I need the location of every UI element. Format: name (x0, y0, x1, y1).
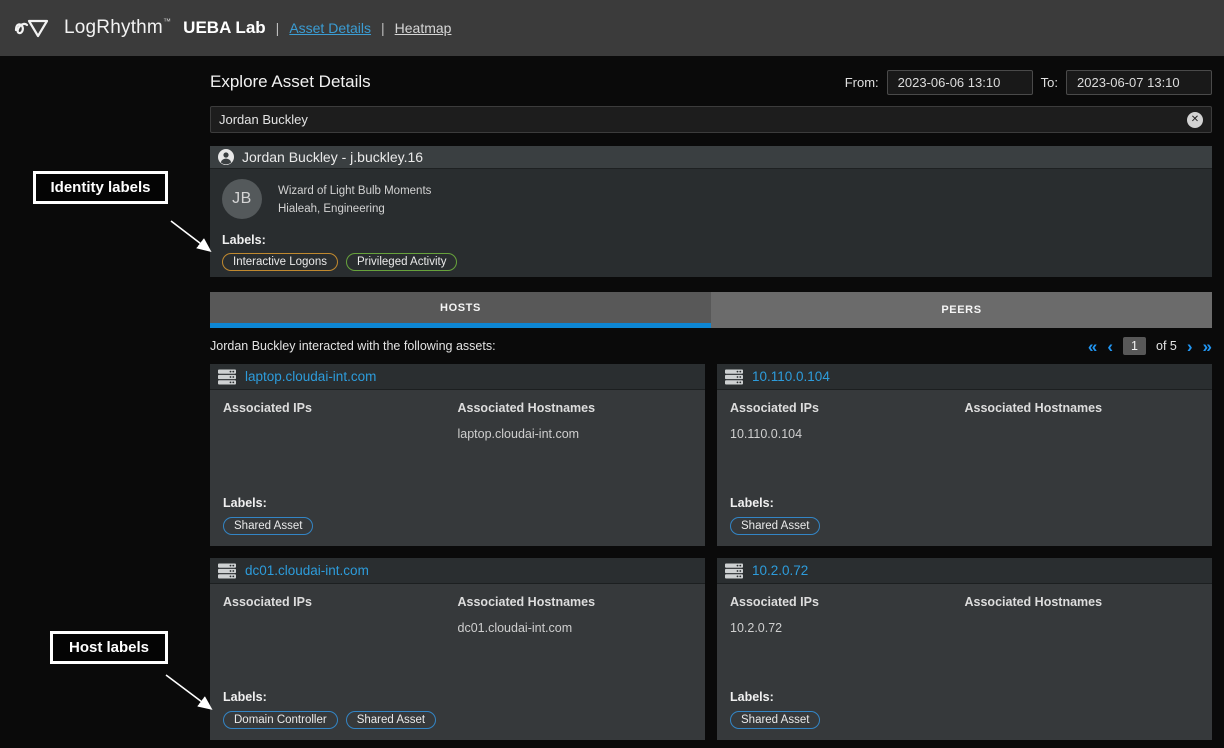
identity-labels-heading: Labels: (222, 233, 266, 247)
from-label: From: (845, 75, 879, 90)
nav-separator: | (381, 20, 385, 36)
asset-card-body: Associated IPs Associated Hostnames lapt… (210, 390, 705, 546)
title-row: Explore Asset Details From: To: (210, 68, 1212, 96)
identity-location: Hialeah, Engineering (278, 201, 431, 219)
identity-card-body: JB Wizard of Light Bulb Moments Hialeah,… (210, 169, 1212, 277)
asset-name-link[interactable]: dc01.cloudai-int.com (245, 563, 369, 578)
associated-ips-value (223, 621, 458, 637)
identity-title: Jordan Buckley - j.buckley.16 (242, 149, 423, 165)
identity-labels-arrow (171, 221, 209, 250)
associated-ips-header: Associated IPs (730, 401, 965, 415)
asset-labels: Domain Controller Shared Asset (223, 711, 692, 729)
asset-labels-heading: Labels: (223, 496, 692, 510)
associated-hostnames-header: Associated Hostnames (458, 401, 693, 415)
asset-card-header: laptop.cloudai-int.com (210, 364, 705, 390)
person-icon (218, 149, 234, 165)
asset-name-link[interactable]: laptop.cloudai-int.com (245, 369, 376, 384)
identity-labels: Interactive Logons Privileged Activity (222, 253, 457, 271)
associated-hostnames-header: Associated Hostnames (458, 595, 693, 609)
associated-ips-header: Associated IPs (730, 595, 965, 609)
to-datetime-input[interactable] (1066, 70, 1212, 95)
results-info-row: Jordan Buckley interacted with the follo… (210, 334, 1212, 358)
asset-card-body: Associated IPs 10.110.0.104 Associated H… (717, 390, 1212, 546)
last-page-icon[interactable]: » (1203, 338, 1212, 355)
identity-card: Jordan Buckley - j.buckley.16 JB Wizard … (210, 146, 1212, 278)
page-count-label: of 5 (1156, 339, 1177, 353)
associated-ips-value (223, 427, 458, 443)
asset-card: 10.2.0.72 Associated IPs 10.2.0.72 Assoc… (717, 558, 1212, 740)
tab-peers[interactable]: PEERS (711, 292, 1212, 328)
associated-hostnames-value: dc01.cloudai-int.com (458, 621, 693, 637)
host-labels-arrow (166, 675, 210, 708)
navbar: LogRhythm™ UEBA Lab | Asset Details | He… (0, 0, 1224, 56)
nav-separator: | (276, 20, 280, 36)
pagination: « ‹ 1 of 5 › » (1088, 337, 1212, 355)
identity-info: Wizard of Light Bulb Moments Hialeah, En… (278, 183, 431, 219)
server-icon (725, 369, 743, 385)
associated-hostnames-header: Associated Hostnames (965, 401, 1200, 415)
associated-ips-header: Associated IPs (223, 595, 458, 609)
to-label: To: (1041, 75, 1058, 90)
asset-card-body: Associated IPs Associated Hostnames dc01… (210, 584, 705, 740)
logrhythm-logo-icon (14, 14, 56, 42)
server-icon (218, 563, 236, 579)
asset-labels-heading: Labels: (730, 690, 1199, 704)
search-bar: ✕ (210, 106, 1212, 133)
asset-card-header: dc01.cloudai-int.com (210, 558, 705, 584)
associated-hostnames-header: Associated Hostnames (965, 595, 1200, 609)
asset-grid: laptop.cloudai-int.com Associated IPs As… (210, 364, 1212, 740)
annotation-host-labels: Host labels (50, 631, 168, 664)
asset-name-link[interactable]: 10.2.0.72 (752, 563, 808, 578)
server-icon (218, 369, 236, 385)
asset-labels-heading: Labels: (730, 496, 1199, 510)
associated-ips-header: Associated IPs (223, 401, 458, 415)
avatar: JB (222, 179, 262, 219)
nav-link-heatmap[interactable]: Heatmap (395, 20, 452, 36)
asset-card-header: 10.110.0.104 (717, 364, 1212, 390)
app-title: UEBA Lab (183, 18, 266, 38)
asset-label-badge: Domain Controller (223, 711, 338, 729)
search-input[interactable] (219, 112, 1187, 127)
asset-label-badge: Shared Asset (346, 711, 436, 729)
tab-hosts[interactable]: HOSTS (210, 292, 711, 328)
associated-hostnames-value (965, 427, 1200, 443)
from-datetime-input[interactable] (887, 70, 1033, 95)
asset-card-header: 10.2.0.72 (717, 558, 1212, 584)
nav-link-asset-details[interactable]: Asset Details (289, 20, 371, 36)
asset-label-badge: Shared Asset (223, 517, 313, 535)
server-icon (725, 563, 743, 579)
associated-hostnames-value (965, 621, 1200, 637)
asset-card: laptop.cloudai-int.com Associated IPs As… (210, 364, 705, 546)
current-page-indicator[interactable]: 1 (1123, 337, 1146, 355)
asset-card: 10.110.0.104 Associated IPs 10.110.0.104… (717, 364, 1212, 546)
asset-labels: Shared Asset (223, 517, 692, 535)
annotation-identity-labels: Identity labels (33, 171, 168, 204)
asset-card: dc01.cloudai-int.com Associated IPs Asso… (210, 558, 705, 740)
next-page-icon[interactable]: › (1187, 338, 1193, 355)
associated-ips-value: 10.110.0.104 (730, 427, 965, 443)
trademark: ™ (163, 17, 171, 26)
tab-bar: HOSTS PEERS (210, 292, 1212, 328)
identity-role: Wizard of Light Bulb Moments (278, 183, 431, 201)
asset-labels: Shared Asset (730, 517, 1199, 535)
associated-ips-value: 10.2.0.72 (730, 621, 965, 637)
page-title: Explore Asset Details (210, 72, 371, 92)
asset-labels: Shared Asset (730, 711, 1199, 729)
asset-labels-heading: Labels: (223, 690, 692, 704)
first-page-icon[interactable]: « (1088, 338, 1097, 355)
date-range: From: To: (845, 70, 1212, 95)
asset-label-badge: Shared Asset (730, 711, 820, 729)
asset-card-body: Associated IPs 10.2.0.72 Associated Host… (717, 584, 1212, 740)
previous-page-icon[interactable]: ‹ (1107, 338, 1113, 355)
asset-name-link[interactable]: 10.110.0.104 (752, 369, 830, 384)
results-summary: Jordan Buckley interacted with the follo… (210, 339, 496, 353)
identity-card-header: Jordan Buckley - j.buckley.16 (210, 146, 1212, 169)
associated-hostnames-value: laptop.cloudai-int.com (458, 427, 693, 443)
identity-label-badge: Privileged Activity (346, 253, 457, 271)
clear-search-icon[interactable]: ✕ (1187, 112, 1203, 128)
brand-name: LogRhythm™ (64, 17, 171, 39)
asset-label-badge: Shared Asset (730, 517, 820, 535)
identity-label-badge: Interactive Logons (222, 253, 338, 271)
